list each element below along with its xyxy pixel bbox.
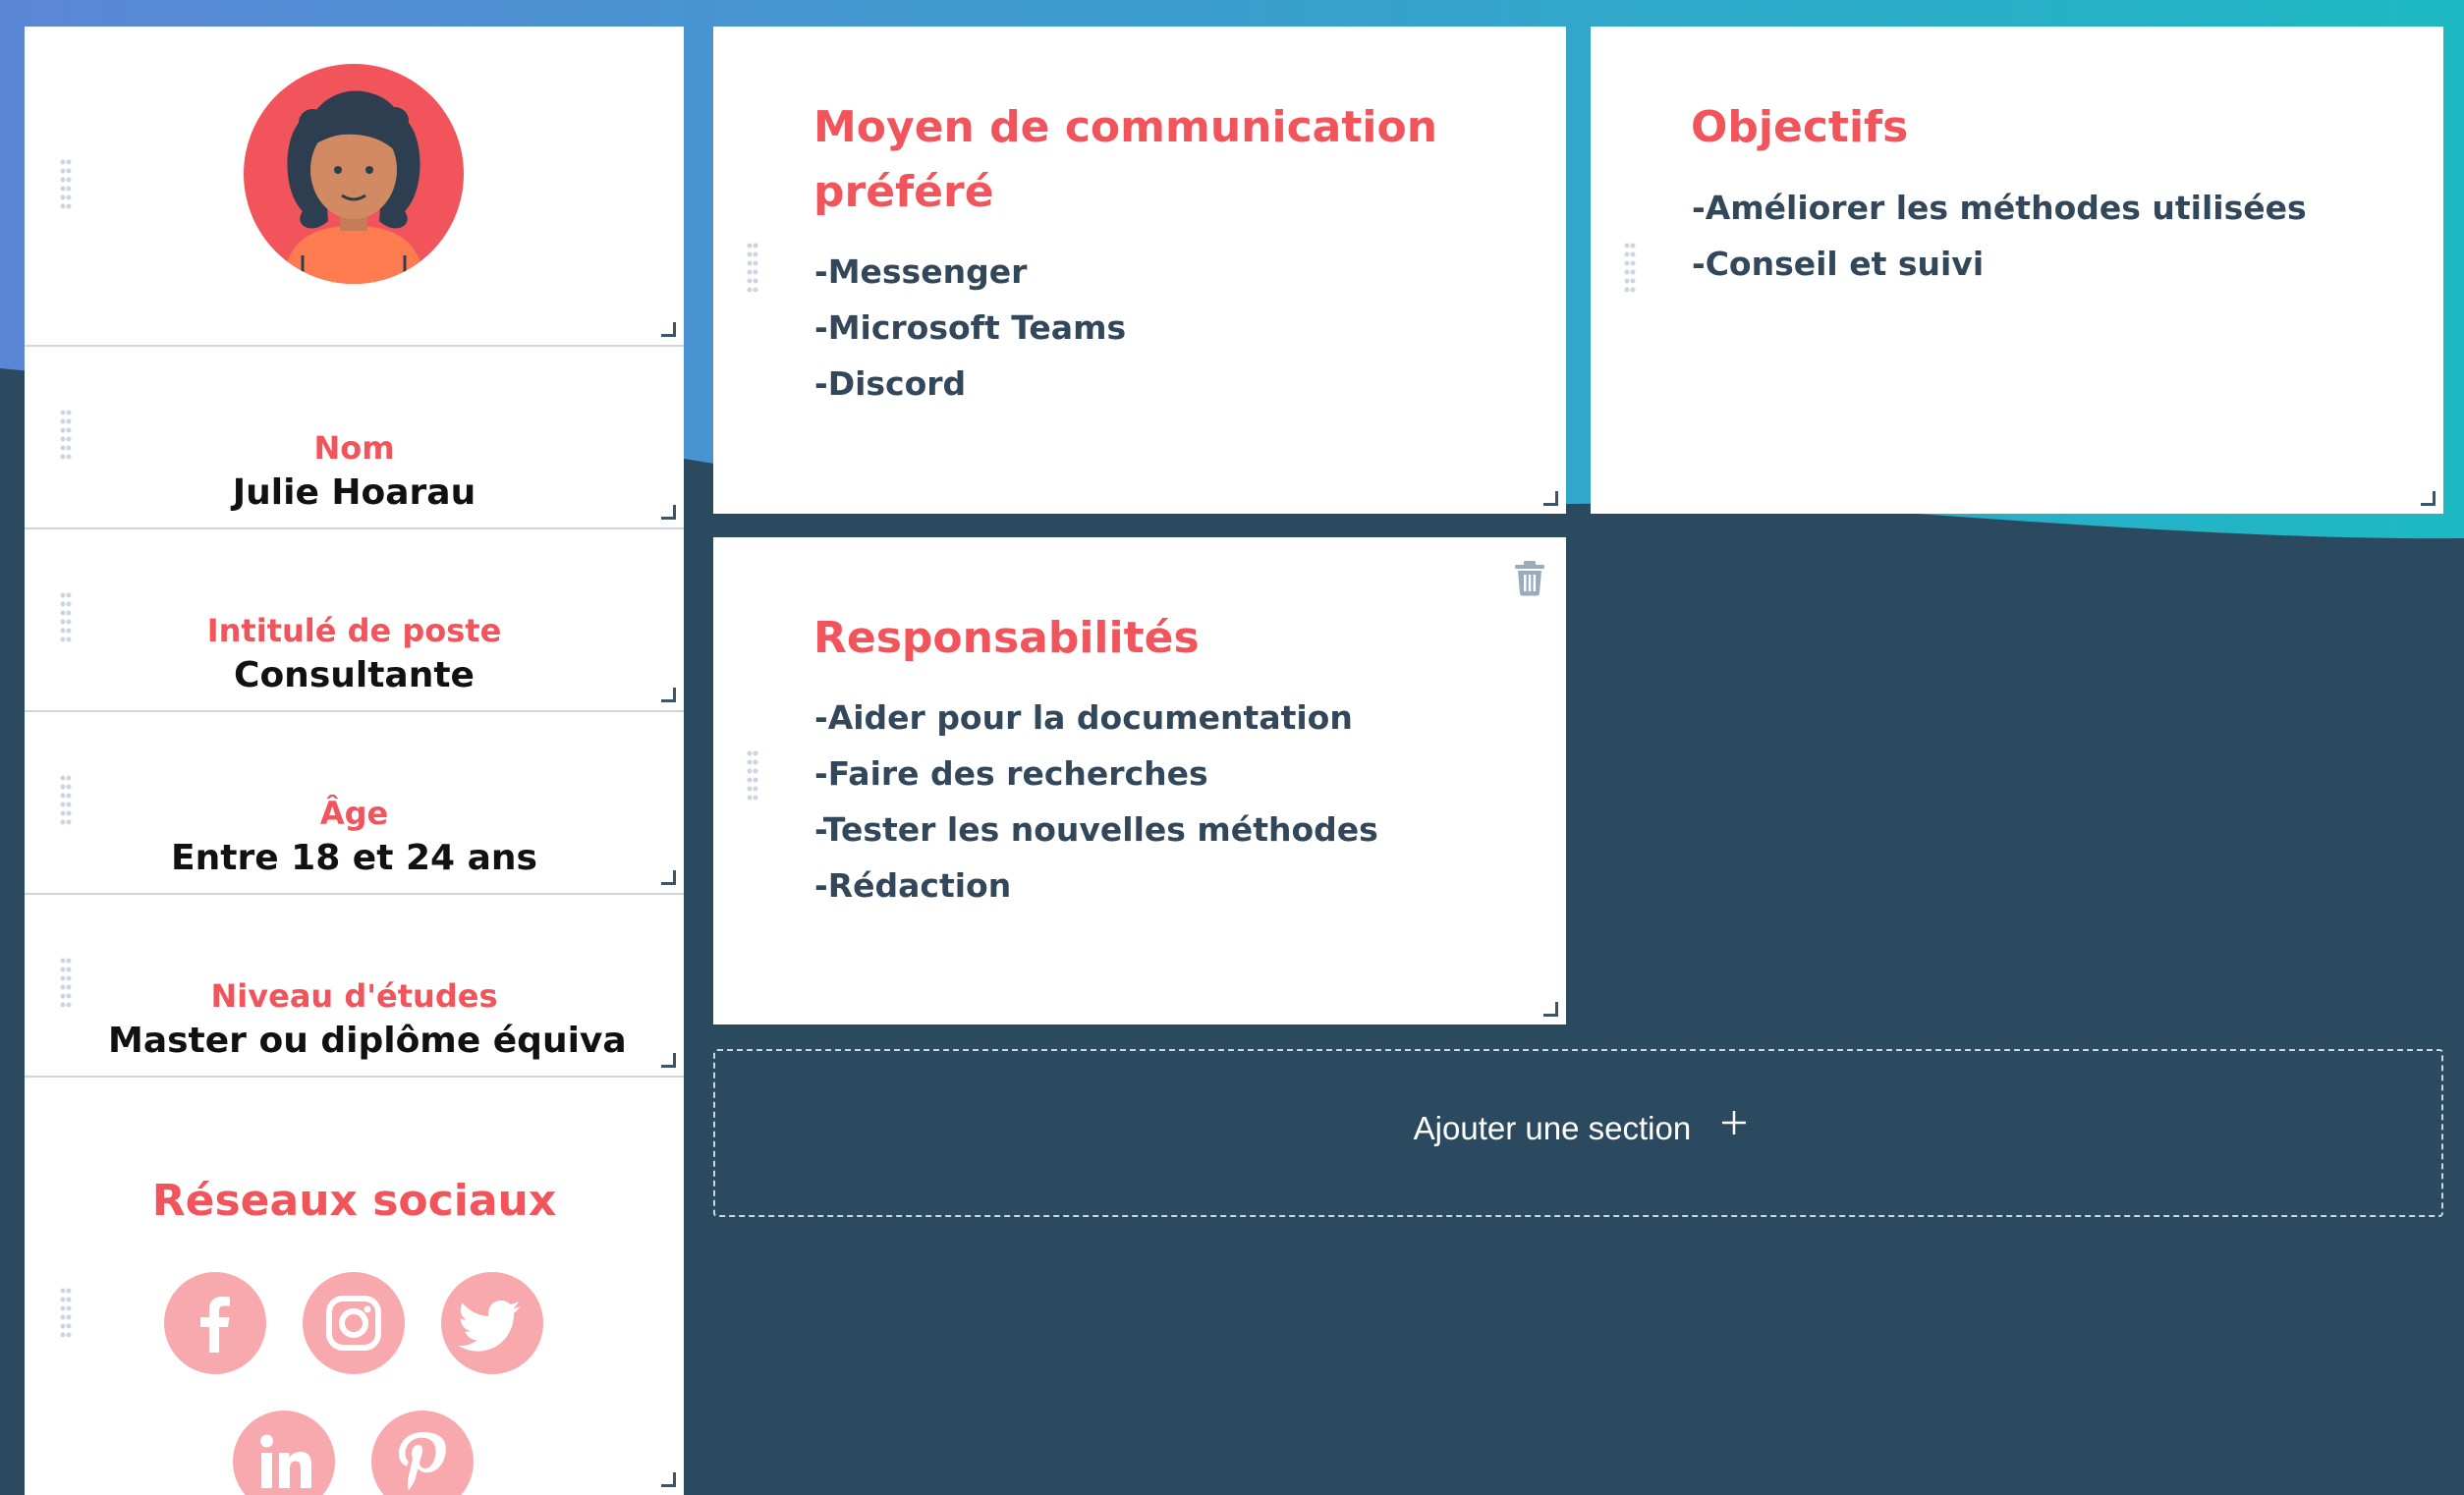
resize-handle[interactable] <box>661 322 676 337</box>
list-item: -Discord <box>814 364 967 403</box>
resize-handle[interactable] <box>2421 491 2436 506</box>
drag-handle-icon[interactable] <box>1624 242 1636 297</box>
card-title-line: préféré <box>813 167 994 217</box>
list-item: -Aider pour la documentation <box>814 698 1353 737</box>
resize-handle[interactable] <box>661 870 676 885</box>
list-item: -Tester les nouvelles méthodes <box>814 810 1378 849</box>
communication-card[interactable]: Moyen de communication préféré -Messenge… <box>713 27 1566 514</box>
responsabilites-card[interactable]: Responsabilités -Aider pour la documenta… <box>713 537 1566 1024</box>
list-item: -Microsoft Teams <box>814 308 1127 347</box>
drag-handle-icon[interactable] <box>60 158 72 213</box>
objectifs-card[interactable]: Objectifs -Améliorer les méthodes utilis… <box>1591 27 2443 514</box>
field-label: Intitulé de poste <box>206 612 502 649</box>
drag-handle-icon[interactable] <box>747 749 758 804</box>
field-section-nom[interactable]: Nom Julie Hoarau <box>25 347 684 529</box>
resize-handle[interactable] <box>661 688 676 702</box>
field-value[interactable]: Entre 18 et 24 ans <box>84 838 625 878</box>
card-title: Moyen de communication préféré <box>813 95 1521 225</box>
list-item: -Messenger <box>814 252 1028 291</box>
list-item: -Améliorer les méthodes utilisées <box>1692 189 2307 227</box>
avatar-section[interactable] <box>25 27 684 347</box>
card-list[interactable]: -Améliorer les méthodes utilisées -Conse… <box>1692 180 2307 292</box>
add-section-button[interactable]: Ajouter une section <box>713 1049 2443 1217</box>
facebook-icon[interactable] <box>164 1272 266 1374</box>
pinterest-icon[interactable] <box>371 1411 474 1495</box>
card-list[interactable]: -Aider pour la documentation -Faire des … <box>814 690 1378 914</box>
plus-icon <box>1722 1111 1747 1135</box>
trash-icon[interactable] <box>1514 559 1545 596</box>
field-value[interactable]: Master ou diplôme équival <box>108 1021 625 1061</box>
social-title: Réseaux sociaux <box>151 1176 557 1226</box>
add-section-text: Ajouter une section <box>1413 1110 1692 1146</box>
field-section-intitule[interactable]: Intitulé de poste Consultante <box>25 529 684 712</box>
card-title-line: Moyen de communication <box>813 102 1438 152</box>
field-label: Nom <box>313 429 395 467</box>
persona-sidebar: Nom Julie Hoarau Intitulé de poste Consu… <box>25 27 684 1495</box>
instagram-icon[interactable] <box>303 1272 405 1374</box>
field-label: Niveau d'études <box>210 977 498 1015</box>
card-title: Objectifs <box>1691 102 1909 152</box>
resize-handle[interactable] <box>1543 491 1558 506</box>
resize-handle[interactable] <box>661 505 676 520</box>
drag-handle-icon[interactable] <box>60 1287 72 1342</box>
field-value[interactable]: Julie Hoarau <box>84 472 625 513</box>
list-item: -Conseil et suivi <box>1692 245 1985 283</box>
add-section-label[interactable]: Ajouter une section <box>715 1110 2445 1147</box>
field-section-niveau-etudes[interactable]: Niveau d'études Master ou diplôme équiva… <box>25 895 684 1078</box>
social-section[interactable]: Réseaux sociaux <box>25 1078 684 1495</box>
resize-handle[interactable] <box>661 1053 676 1068</box>
field-label: Âge <box>319 795 389 832</box>
resize-handle[interactable] <box>1543 1002 1558 1017</box>
linkedin-icon[interactable] <box>233 1411 335 1495</box>
card-list[interactable]: -Messenger -Microsoft Teams -Discord <box>814 244 1126 412</box>
field-section-age[interactable]: Âge Entre 18 et 24 ans <box>25 712 684 895</box>
list-item: -Rédaction <box>814 866 1012 905</box>
list-item: -Faire des recherches <box>814 754 1208 793</box>
resize-handle[interactable] <box>661 1472 676 1487</box>
card-title: Responsabilités <box>813 613 1200 663</box>
persona-avatar-icon[interactable] <box>244 64 464 284</box>
field-value[interactable]: Consultante <box>84 655 625 695</box>
drag-handle-icon[interactable] <box>747 242 758 297</box>
twitter-icon[interactable] <box>441 1272 543 1374</box>
